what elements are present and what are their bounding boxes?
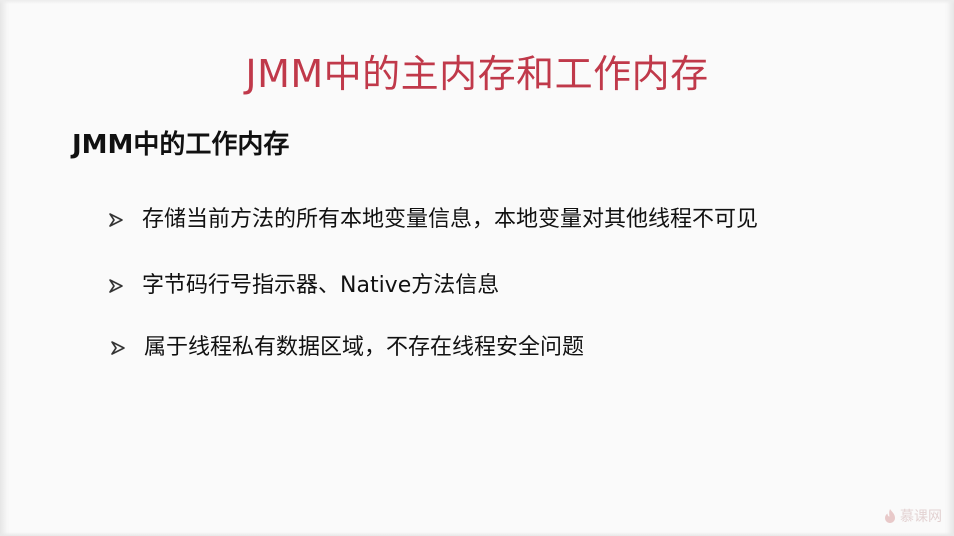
- bullet-text: 存储当前方法的所有本地变量信息，本地变量对其他线程不可见: [142, 207, 759, 232]
- bullet-item: 属于线程私有数据区域，不存在线程安全问题: [110, 333, 584, 363]
- slide: JMM中的主内存和工作内存 JMM中的工作内存 存储当前方法的所有本地变量信息，…: [0, 0, 954, 536]
- flame-logo-icon: [885, 509, 895, 523]
- watermark-text: 慕课网: [900, 509, 942, 525]
- bullet-text: 属于线程私有数据区域，不存在线程安全问题: [144, 335, 585, 360]
- watermark-logo: 慕课网: [883, 506, 942, 526]
- arrow-bullet-icon: [109, 213, 123, 227]
- slide-title: JMM中的主内存和工作内存: [245, 52, 709, 96]
- section-heading: JMM中的工作内存: [72, 130, 290, 160]
- bullet-text: 字节码行号指示器、Native方法信息: [142, 273, 500, 298]
- arrow-bullet-icon: [109, 279, 123, 293]
- bullet-item: 存储当前方法的所有本地变量信息，本地变量对其他线程不可见: [108, 205, 758, 235]
- slide-top-shadow: [0, 0, 954, 4]
- arrow-bullet-icon: [111, 341, 125, 355]
- bullet-item: 字节码行号指示器、Native方法信息: [108, 271, 499, 301]
- slide-bottom-shadow: [0, 532, 954, 536]
